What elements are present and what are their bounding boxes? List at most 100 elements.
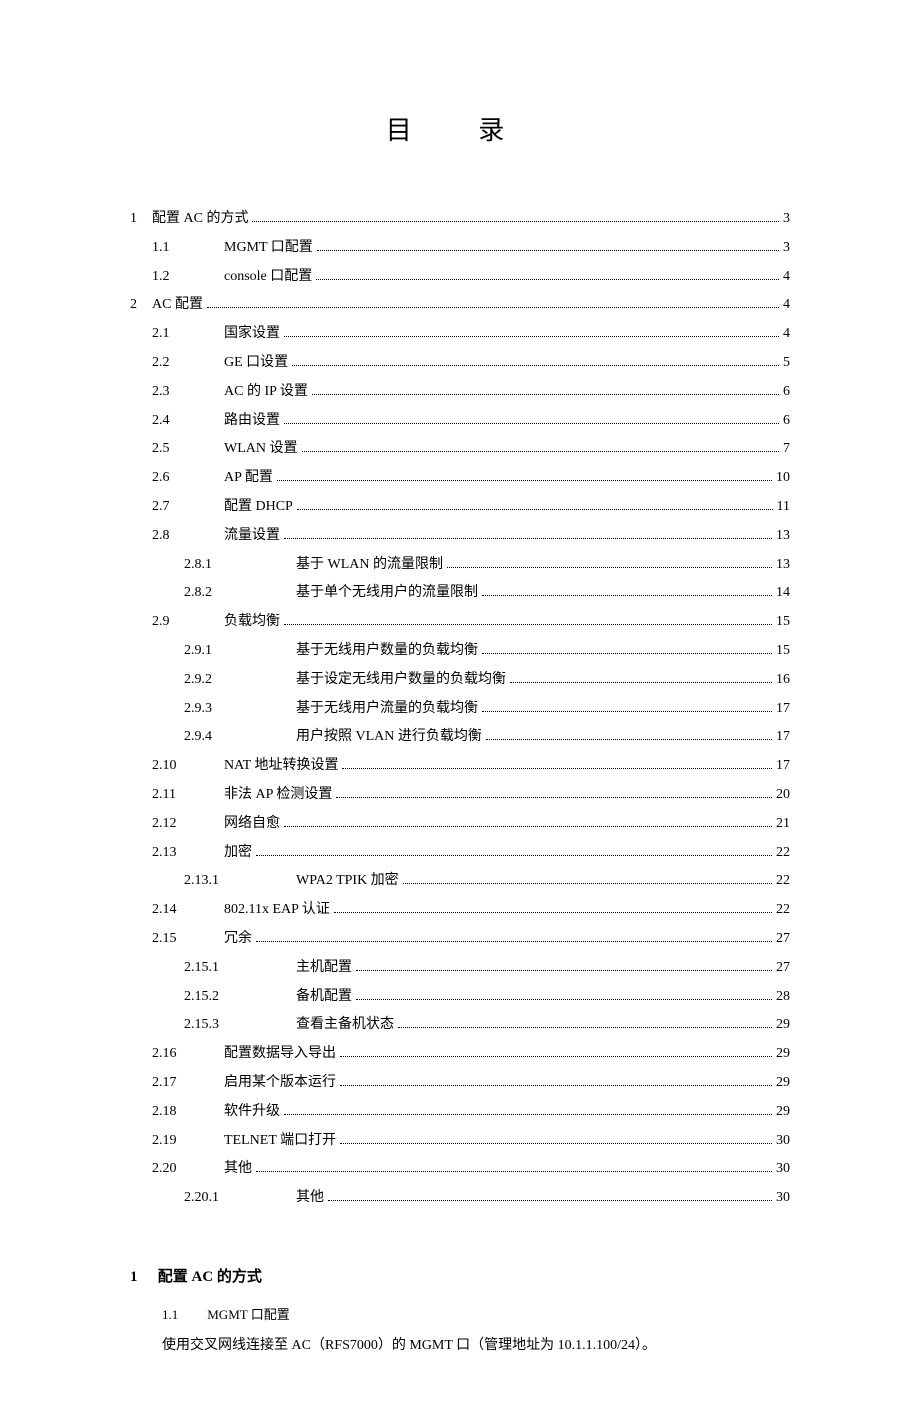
toc-entry-text: 基于单个无线用户的流量限制 (296, 581, 478, 605)
toc-entry: 2.9.4用户按照 VLAN 进行负载均衡 17 (130, 725, 790, 749)
toc-entry-text: 负载均衡 (224, 610, 280, 634)
subsection-title: MGMT 口配置 (207, 1307, 289, 1322)
toc-leader-dots (403, 883, 772, 884)
toc-leader-dots (340, 1056, 772, 1057)
toc-entry-text: WPA2 TPIK 加密 (296, 869, 399, 893)
toc-entry-page: 4 (783, 293, 790, 317)
toc-entry-text: console 口配置 (224, 265, 312, 289)
toc-leader-dots (398, 1027, 772, 1028)
toc-entry-number: 2.1 (130, 322, 224, 346)
toc-entry-text: 用户按照 VLAN 进行负载均衡 (296, 725, 482, 749)
toc-entry-page: 29 (776, 1100, 790, 1124)
toc-leader-dots (256, 1171, 772, 1172)
toc-entry-text: 网络自愈 (224, 812, 280, 836)
toc-leader-dots (302, 451, 780, 452)
toc-entry-number: 2.8.1 (130, 553, 296, 577)
toc-entry-number: 1.2 (130, 265, 224, 289)
toc-entry-text: MGMT 口配置 (224, 236, 313, 260)
toc-entry-number: 2.5 (130, 437, 224, 461)
toc-entry: 2.10NAT 地址转换设置17 (130, 754, 790, 778)
toc-entry-page: 17 (776, 725, 790, 749)
toc-entry-number: 2.9.1 (130, 639, 296, 663)
toc-entry-text: 加密 (224, 841, 252, 865)
toc-entry-page: 3 (783, 207, 790, 231)
toc-entry: 2.4路由设置6 (130, 409, 790, 433)
toc-entry: 2.20其他30 (130, 1157, 790, 1181)
toc-entry-number: 2.15.3 (130, 1013, 296, 1037)
toc-leader-dots (284, 624, 772, 625)
toc-entry-page: 11 (777, 495, 790, 519)
toc-entry-number: 2.6 (130, 466, 224, 490)
toc-entry: 2.6AP 配置10 (130, 466, 790, 490)
toc-entry-text: 查看主备机状态 (296, 1013, 394, 1037)
toc-entry: 2.8流量设置13 (130, 524, 790, 548)
toc-entry: 2.3AC 的 IP 设置6 (130, 380, 790, 404)
toc-entry: 2.9.1基于无线用户数量的负载均衡15 (130, 639, 790, 663)
toc-entry-text: WLAN 设置 (224, 437, 298, 461)
toc-entry-number: 2.2 (130, 351, 224, 375)
toc-entry-text: 非法 AP 检测设置 (224, 783, 332, 807)
toc-entry: 2.14802.11x EAP 认证22 (130, 898, 790, 922)
table-of-contents: 1配置 AC 的方式31.1MGMT 口配置31.2console 口配置42A… (130, 207, 790, 1210)
toc-entry-number: 2.18 (130, 1100, 224, 1124)
toc-entry-number: 2.12 (130, 812, 224, 836)
toc-entry-text: AP 配置 (224, 466, 273, 490)
toc-entry-number: 2.8.2 (130, 581, 296, 605)
toc-entry-number: 2.9.4 (130, 725, 296, 749)
toc-leader-dots (284, 423, 779, 424)
subsection-heading-1-1: 1.1 MGMT 口配置 (162, 1304, 790, 1323)
toc-entry-number: 2.20 (130, 1157, 224, 1181)
subsection-number: 1.1 (162, 1307, 204, 1323)
toc-entry-number: 2.16 (130, 1042, 224, 1066)
toc-entry-page: 30 (776, 1186, 790, 1210)
toc-entry-number: 2.10 (130, 754, 224, 778)
toc-entry-page: 30 (776, 1129, 790, 1153)
toc-entry-page: 28 (776, 985, 790, 1009)
toc-leader-dots (334, 912, 772, 913)
toc-entry-text: 流量设置 (224, 524, 280, 548)
toc-leader-dots (277, 480, 772, 481)
toc-entry-text: 其他 (296, 1186, 324, 1210)
toc-entry-page: 4 (783, 265, 790, 289)
toc-entry-number: 2.15 (130, 927, 224, 951)
toc-entry: 2AC 配置 4 (130, 293, 790, 317)
toc-entry: 2.8.1基于 WLAN 的流量限制13 (130, 553, 790, 577)
toc-entry: 2.12网络自愈 21 (130, 812, 790, 836)
toc-entry-text: 基于设定无线用户数量的负载均衡 (296, 668, 506, 692)
toc-entry-number: 2.4 (130, 409, 224, 433)
toc-entry: 2.9.3基于无线用户流量的负载均衡17 (130, 697, 790, 721)
toc-entry-page: 21 (776, 812, 790, 836)
toc-leader-dots (356, 999, 772, 1000)
toc-entry-page: 4 (783, 322, 790, 346)
toc-entry: 2.19TELNET 端口打开30 (130, 1129, 790, 1153)
toc-entry-page: 29 (776, 1071, 790, 1095)
toc-entry-page: 5 (783, 351, 790, 375)
toc-entry: 2.9.2基于设定无线用户数量的负载均衡16 (130, 668, 790, 692)
toc-entry-text: 软件升级 (224, 1100, 280, 1124)
toc-entry: 2.11非法 AP 检测设置20 (130, 783, 790, 807)
toc-entry: 2.15.2备机配置28 (130, 985, 790, 1009)
toc-title: 目 录 (130, 110, 790, 147)
toc-entry-number: 2.13.1 (130, 869, 296, 893)
toc-entry: 2.13.1WPA2 TPIK 加密22 (130, 869, 790, 893)
toc-entry-text: AC 配置 (152, 293, 203, 317)
toc-entry: 2.18软件升级 29 (130, 1100, 790, 1124)
toc-leader-dots (292, 365, 779, 366)
toc-entry-text: 其他 (224, 1157, 252, 1181)
toc-entry-page: 7 (783, 437, 790, 461)
toc-entry-page: 14 (776, 581, 790, 605)
toc-leader-dots (482, 711, 772, 712)
toc-entry-number: 2 (130, 293, 152, 317)
toc-leader-dots (336, 797, 772, 798)
toc-entry-number: 2.3 (130, 380, 224, 404)
toc-entry-number: 2.7 (130, 495, 224, 519)
toc-entry-page: 20 (776, 783, 790, 807)
toc-entry-text: 基于无线用户数量的负载均衡 (296, 639, 478, 663)
toc-leader-dots (510, 682, 772, 683)
toc-leader-dots (482, 595, 772, 596)
toc-leader-dots (340, 1085, 772, 1086)
toc-entry-text: 基于 WLAN 的流量限制 (296, 553, 443, 577)
section-title: 配置 AC 的方式 (158, 1269, 262, 1285)
toc-entry-page: 6 (783, 409, 790, 433)
toc-entry-number: 2.9.2 (130, 668, 296, 692)
